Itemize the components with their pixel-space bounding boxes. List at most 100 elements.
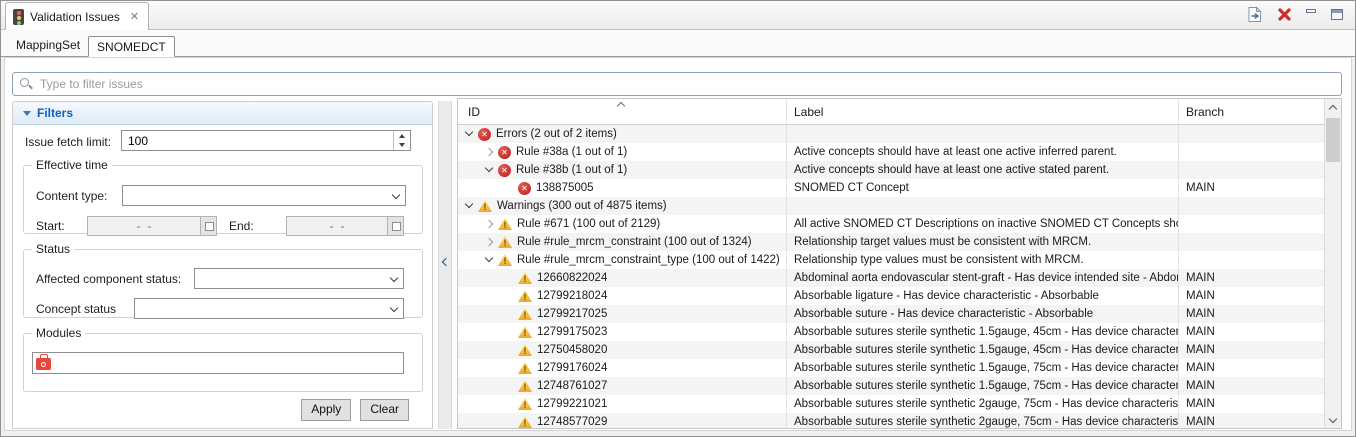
panel-sash[interactable] xyxy=(438,101,452,429)
calendar-icon[interactable] xyxy=(387,217,403,235)
table-row[interactable]: Rule #671 (100 out of 2129) All active S… xyxy=(458,215,1324,233)
search-icon xyxy=(20,77,34,91)
issue-id: 12799217025 xyxy=(537,308,607,320)
label-cell: Relationship type values must be consist… xyxy=(786,254,1178,266)
view-tab-validation-issues[interactable]: Validation Issues ✕ xyxy=(5,2,149,30)
scroll-up-icon[interactable] xyxy=(1325,99,1341,116)
remove-all-icon[interactable] xyxy=(1278,8,1291,21)
spinner-down-icon[interactable] xyxy=(394,141,410,151)
table-row[interactable]: Rule #38a (1 out of 1) Active concepts s… xyxy=(458,143,1324,161)
branch-cell: MAIN xyxy=(1178,362,1324,374)
concept-status-label: Concept status xyxy=(36,302,116,316)
table-row[interactable]: 138875005 SNOMED CT Concept MAIN xyxy=(458,179,1324,197)
id-cell: 12750458020 xyxy=(458,342,786,358)
column-header-branch[interactable]: Branch xyxy=(1178,99,1324,124)
modules-group: Modules xyxy=(23,326,423,392)
column-header-label-label: Label xyxy=(794,105,823,119)
filters-panel: Filters Issue fetch limit: Effective tim… xyxy=(12,101,433,429)
modules-field[interactable] xyxy=(32,352,404,374)
issue-label: Active concepts should have at least one… xyxy=(794,164,1109,176)
issue-label: Absorbable sutures sterile synthetic 1.5… xyxy=(794,326,1178,338)
id-cell: 12799218024 xyxy=(458,288,786,304)
expander-icon xyxy=(502,270,518,286)
calendar-icon[interactable] xyxy=(200,217,216,235)
expander-icon xyxy=(502,180,518,196)
issue-id: Errors (2 out of 2 items) xyxy=(496,128,617,140)
tab-mappingset[interactable]: MappingSet xyxy=(8,35,88,56)
table-row[interactable]: Rule #38b (1 out of 1) Active concepts s… xyxy=(458,161,1324,179)
id-cell: 12660822024 xyxy=(458,270,786,286)
validation-issues-window: Validation Issues ✕ MappingSet SNOMEDCT xyxy=(0,0,1356,437)
expander-icon xyxy=(502,288,518,304)
label-cell: Absorbable suture - Has device character… xyxy=(786,308,1178,320)
maximize-icon[interactable] xyxy=(1331,9,1343,20)
warning-icon xyxy=(518,344,532,356)
error-icon xyxy=(498,164,511,177)
start-date-field[interactable]: - - xyxy=(87,216,217,236)
table-row[interactable]: 12750458020 Absorbable sutures sterile s… xyxy=(458,341,1324,359)
issue-label: Active concepts should have at least one… xyxy=(794,146,1117,158)
fetch-limit-input[interactable] xyxy=(122,131,393,150)
filter-search-box[interactable] xyxy=(12,72,1342,96)
issue-branch: MAIN xyxy=(1186,344,1215,356)
table-row[interactable]: 12748761027 Absorbable sutures sterile s… xyxy=(458,377,1324,395)
table-row[interactable]: Warnings (300 out of 4875 items) xyxy=(458,197,1324,215)
issue-branch: MAIN xyxy=(1186,290,1215,302)
expander-icon[interactable] xyxy=(482,162,498,178)
expander-icon[interactable] xyxy=(482,252,498,268)
table-body: Errors (2 out of 2 items) Rule #38a (1 o… xyxy=(458,125,1324,428)
concept-status-combo[interactable] xyxy=(134,298,404,319)
content-type-combo[interactable] xyxy=(122,185,406,206)
scroll-down-icon[interactable] xyxy=(1325,411,1341,428)
view-title: Validation Issues xyxy=(30,10,120,24)
search-input[interactable] xyxy=(40,77,1341,91)
id-cell: 12748577029 xyxy=(458,414,786,428)
table-row[interactable]: 12799218024 Absorbable ligature - Has de… xyxy=(458,287,1324,305)
table-row[interactable]: 12799221021 Absorbable sutures sterile s… xyxy=(458,395,1324,413)
end-date-field[interactable]: - - xyxy=(286,216,404,236)
close-icon[interactable]: ✕ xyxy=(130,10,139,23)
fetch-limit-label: Issue fetch limit: xyxy=(25,135,111,149)
spinner-up-icon[interactable] xyxy=(394,131,410,141)
issue-id: 12799175023 xyxy=(537,326,607,338)
table-row[interactable]: Errors (2 out of 2 items) xyxy=(458,125,1324,143)
issue-id: Rule #rule_mrcm_constraint (100 out of 1… xyxy=(517,236,752,248)
issue-fetch-limit-spinner[interactable] xyxy=(121,130,411,151)
filters-section-header[interactable]: Filters xyxy=(13,102,432,125)
scrollbar-thumb[interactable] xyxy=(1326,118,1340,162)
table-row[interactable]: Rule #rule_mrcm_constraint (100 out of 1… xyxy=(458,233,1324,251)
chevron-down-icon xyxy=(390,304,398,312)
spinner-arrows[interactable] xyxy=(393,131,410,150)
table-row[interactable]: 12660822024 Abdominal aorta endovascular… xyxy=(458,269,1324,287)
traffic-light-icon xyxy=(13,9,24,25)
expander-icon[interactable] xyxy=(462,198,478,214)
column-header-id[interactable]: ID xyxy=(458,99,786,124)
table-row[interactable]: 12748577029 Absorbable sutures sterile s… xyxy=(458,413,1324,428)
clear-button[interactable]: Clear xyxy=(360,399,409,421)
status-legend: Status xyxy=(32,242,74,256)
table-row[interactable]: 12799217025 Absorbable suture - Has devi… xyxy=(458,305,1324,323)
module-icon xyxy=(36,358,51,370)
affected-component-status-combo[interactable] xyxy=(194,268,404,289)
issue-id: Rule #rule_mrcm_constraint_type (100 out… xyxy=(517,254,780,266)
tab-snomedct[interactable]: SNOMEDCT xyxy=(88,36,175,57)
collapse-left-icon[interactable] xyxy=(442,258,450,266)
expander-icon[interactable] xyxy=(482,144,498,160)
table-row[interactable]: Rule #rule_mrcm_constraint_type (100 out… xyxy=(458,251,1324,269)
issue-id: 12660822024 xyxy=(537,272,607,284)
expander-icon[interactable] xyxy=(462,126,478,142)
expander-icon[interactable] xyxy=(482,216,498,232)
table-row[interactable]: 12799175023 Absorbable sutures sterile s… xyxy=(458,323,1324,341)
column-header-label[interactable]: Label xyxy=(786,99,1178,124)
expander-icon[interactable] xyxy=(482,234,498,250)
apply-button[interactable]: Apply xyxy=(301,399,351,421)
issue-id: Rule #671 (100 out of 2129) xyxy=(517,218,660,230)
start-label: Start: xyxy=(36,219,65,233)
id-cell: 12799221021 xyxy=(458,396,786,412)
branch-cell: MAIN xyxy=(1178,308,1324,320)
export-report-icon[interactable] xyxy=(1246,6,1263,23)
vertical-scrollbar[interactable] xyxy=(1324,99,1341,428)
issue-id: Rule #38a (1 out of 1) xyxy=(516,146,627,158)
table-row[interactable]: 12799176024 Absorbable sutures sterile s… xyxy=(458,359,1324,377)
label-cell: Abdominal aorta endovascular stent-graft… xyxy=(786,272,1178,284)
